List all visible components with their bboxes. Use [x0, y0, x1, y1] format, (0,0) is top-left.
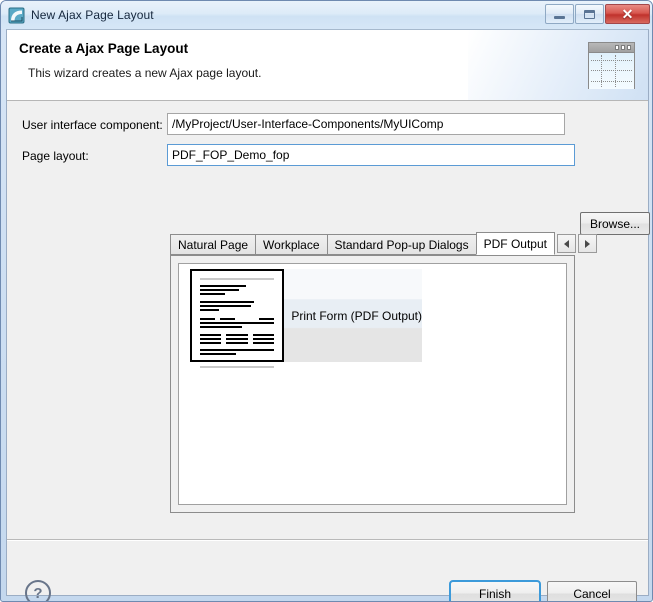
page-title: Create a Ajax Page Layout: [19, 41, 189, 56]
page-layout-label: Page layout:: [22, 149, 89, 163]
browse-button[interactable]: Browse...: [580, 212, 651, 235]
cancel-button[interactable]: Cancel: [547, 581, 637, 601]
title-bar: New Ajax Page Layout ✕: [1, 1, 652, 29]
component-label: User interface component:: [22, 118, 163, 132]
page-layout-banner-icon: [588, 42, 635, 89]
tab-panel-pdf-output: Print Form (PDF Output): [170, 255, 575, 513]
banner-icon-grid: [589, 53, 634, 89]
chevron-right-icon: [584, 239, 590, 248]
dialog-body: Create a Ajax Page Layout This wizard cr…: [6, 29, 651, 601]
dialog-window: New Ajax Page Layout ✕ Create a Ajax Pag…: [0, 0, 653, 602]
maximize-icon: [584, 9, 595, 19]
tab-scroll-controls: [556, 234, 597, 255]
tab-pdf-output[interactable]: PDF Output: [475, 232, 555, 255]
footer-separator: [7, 539, 648, 541]
tab-natural-page[interactable]: Natural Page: [170, 234, 257, 255]
help-icon[interactable]: ?: [25, 580, 51, 601]
tab-standard-popup-dialogs[interactable]: Standard Pop-up Dialogs: [326, 234, 477, 255]
document-preview-thumbnail: [190, 269, 285, 368]
minimize-button[interactable]: [545, 4, 574, 24]
tab-strip: Natural Page Workplace Standard Pop-up D…: [170, 232, 597, 255]
finish-button[interactable]: Finish: [449, 580, 541, 601]
maximize-button[interactable]: [575, 4, 604, 24]
tab-workplace[interactable]: Workplace: [255, 234, 328, 255]
window-controls: ✕: [544, 4, 650, 24]
list-item-label: Print Form (PDF Output): [291, 308, 422, 323]
tab-scroll-right-button[interactable]: [577, 234, 597, 253]
minimize-icon: [554, 15, 565, 19]
list-item[interactable]: Print Form (PDF Output): [190, 269, 422, 368]
page-subtitle: This wizard creates a new Ajax page layo…: [28, 66, 262, 80]
page-layout-input[interactable]: [167, 144, 575, 166]
chevron-left-icon: [563, 239, 569, 248]
ajax-layout-icon: [8, 7, 25, 24]
template-gallery: Print Form (PDF Output): [178, 263, 567, 505]
tab-scroll-left-button[interactable]: [556, 234, 576, 253]
banner-icon-titlebar: [589, 43, 634, 53]
component-input[interactable]: [167, 113, 565, 135]
window-title: New Ajax Page Layout: [31, 8, 154, 22]
form-area: User interface component: Browse... Page…: [7, 101, 651, 235]
banner-icon-buttons: [615, 45, 631, 50]
close-icon: ✕: [621, 6, 634, 22]
template-tabs: Natural Page Workplace Standard Pop-up D…: [170, 232, 597, 513]
close-button[interactable]: ✕: [605, 4, 650, 24]
wizard-banner: Create a Ajax Page Layout This wizard cr…: [7, 30, 648, 101]
